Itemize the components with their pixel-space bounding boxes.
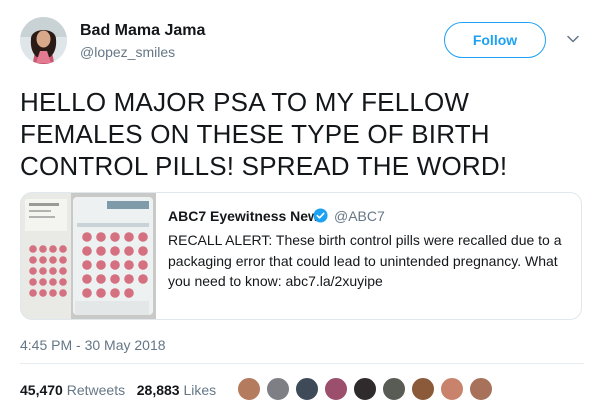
likes-stat[interactable]: 28,883 Likes xyxy=(137,382,216,398)
quoted-author-name[interactable]: ABC7 Eyewitness News xyxy=(168,208,327,224)
liker-avatar[interactable] xyxy=(236,376,262,402)
author-name[interactable]: Bad Mama Jama xyxy=(80,22,205,40)
quoted-tweet-text: RECALL ALERT: These birth control pills … xyxy=(168,232,562,289)
quoted-author-handle[interactable]: @ABC7 xyxy=(334,208,385,224)
liker-avatar[interactable] xyxy=(439,376,465,402)
quoted-tweet[interactable]: ABC7 Eyewitness News @ABC7 RECALL ALERT:… xyxy=(20,192,582,320)
liker-avatar[interactable] xyxy=(323,376,349,402)
verified-badge-icon xyxy=(313,208,328,223)
profile-photo-icon xyxy=(20,17,67,64)
likes-label: Likes xyxy=(183,382,217,398)
liker-avatar[interactable] xyxy=(265,376,291,402)
retweets-label: Retweets xyxy=(66,382,126,398)
divider xyxy=(20,363,584,364)
tweet-text: HELLO MAJOR PSA TO MY FELLOW FEMALES ON … xyxy=(20,87,508,181)
liker-avatar[interactable] xyxy=(468,376,494,402)
liker-avatar[interactable] xyxy=(352,376,378,402)
liker-avatar[interactable] xyxy=(381,376,407,402)
follow-button[interactable]: Follow xyxy=(444,22,546,58)
chevron-down-icon[interactable] xyxy=(566,32,580,46)
likes-count: 28,883 xyxy=(136,382,180,398)
pill-pack-photo-icon xyxy=(21,193,156,319)
tweet-timestamp[interactable]: 4:45 PM - 30 May 2018 xyxy=(20,337,166,353)
author-avatar[interactable] xyxy=(20,17,67,64)
engagement-stats: 45,470 Retweets 28,883 Likes xyxy=(20,382,216,398)
liker-avatar[interactable] xyxy=(410,376,436,402)
liker-avatar[interactable] xyxy=(294,376,320,402)
retweets-count: 45,470 xyxy=(20,382,63,398)
author-handle[interactable]: @lopez_smiles xyxy=(80,44,175,60)
retweets-stat[interactable]: 45,470 Retweets xyxy=(20,382,125,398)
